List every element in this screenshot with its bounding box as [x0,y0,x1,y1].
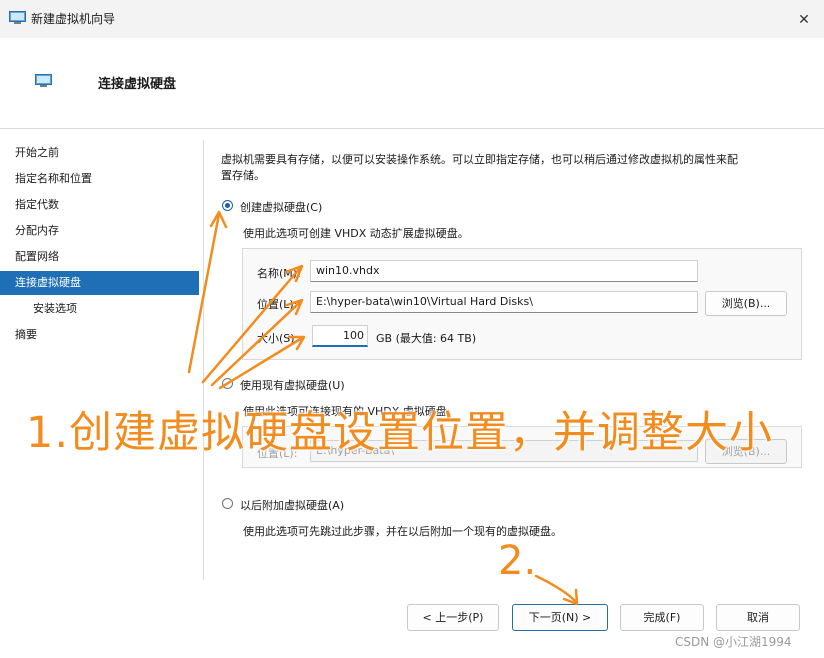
annotation-arrows [187,210,579,606]
annotation-step1: 1.创建虚拟硬盘设置位置，并调整大小 [26,408,774,458]
annotation-step2: 2. [498,538,537,584]
watermark: CSDN @小江湖1994 [675,635,792,649]
